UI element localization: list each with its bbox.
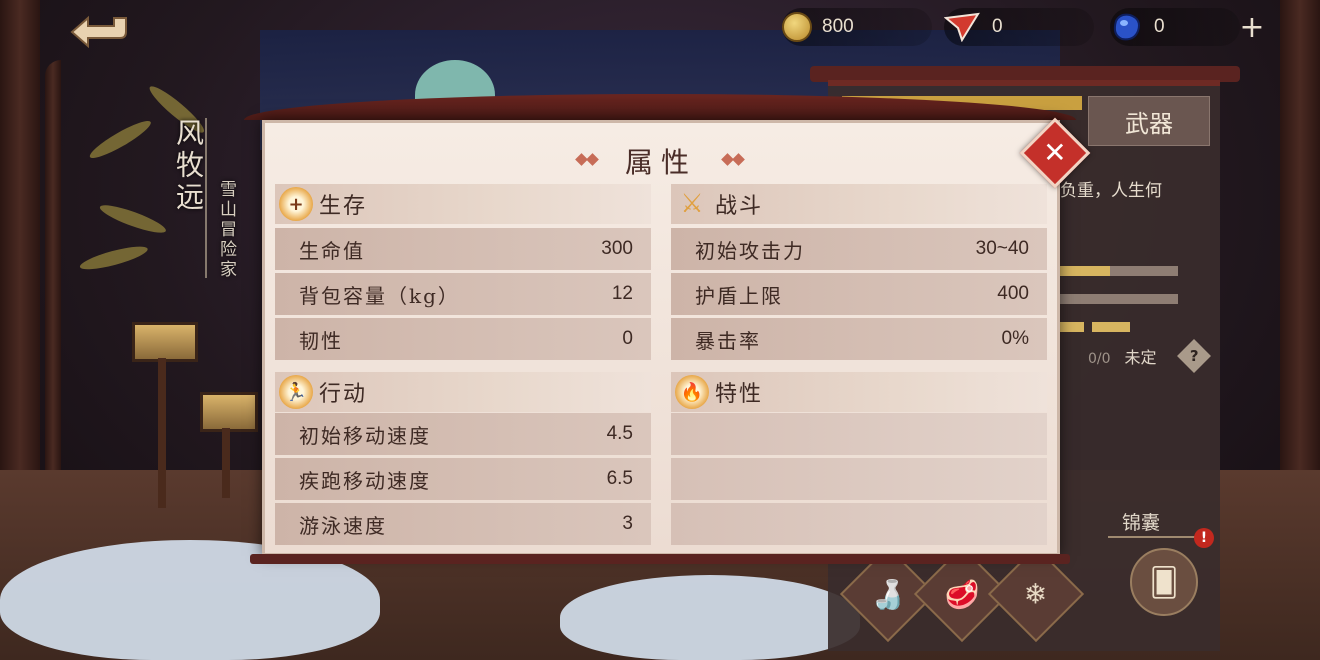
bamboo-leaf [78,242,150,274]
paper-plane-icon [944,12,980,42]
add-currency-button[interactable]: + [1238,13,1266,43]
food-icon: 🥩 [944,577,980,611]
lantern-post [158,358,166,508]
currency-gem: 0 [1110,8,1240,46]
running-figure-icon: 🏃 [279,375,313,409]
character-title: 雪山冒险家 [216,180,236,280]
round-door-frame [45,60,61,510]
undecided-label: 未定 [1124,348,1157,367]
side-bar-track [1060,294,1178,304]
stat-value: 0% [1001,328,1029,349]
attributes-dialog: 属性 + 生存 生命值 300 背包容量（kg） 12 韧性 0 ⚔ 战斗 初始… [262,120,1060,556]
stat-row: 生命值 300 [275,228,651,270]
stone-lantern [200,392,258,432]
back-arrow-icon [70,15,127,49]
stat-value: 3 [622,513,633,534]
stat-label: 生命值 [299,238,365,263]
section-survival-header: + 生存 [275,184,651,224]
undecided-count: 0/0 [1088,351,1111,367]
stat-value: 0 [622,328,633,349]
gem-value: 0 [1154,16,1165,37]
stat-label: 疾跑移动速度 [299,468,431,493]
lantern-post [222,428,230,498]
stat-label: 背包容量（kg） [299,283,460,308]
stat-row: 游泳速度 3 [275,503,651,545]
section-survival-label: 生存 [319,194,368,219]
gold-value: 800 [822,16,854,37]
close-icon: ✕ [1043,136,1067,169]
bamboo-leaf [86,115,155,164]
title-ornament-right [723,153,745,167]
bag-divider [1108,536,1198,538]
plane-value: 0 [992,16,1003,37]
stat-label: 初始移动速度 [299,423,431,448]
side-bar-fill [1060,322,1084,332]
section-action-label: 行动 [319,382,368,407]
stone-lantern [132,322,198,362]
stat-row: 韧性 0 [275,318,651,360]
weapon-tab[interactable]: 武器 [1088,96,1210,146]
section-traits-label: 特性 [715,382,764,407]
stat-row: 初始攻击力 30~40 [671,228,1047,270]
stat-value: 400 [997,283,1029,304]
stat-label: 暴击率 [695,328,761,353]
stat-label: 韧性 [299,328,343,353]
stat-value: 6.5 [606,468,633,489]
flame-icon: 🔥 [675,375,709,409]
side-quote: 负重，人生何 [1060,181,1162,201]
name-divider [205,118,207,278]
blue-gem-icon [1113,13,1140,41]
section-combat-header: ⚔ 战斗 [671,184,1047,224]
section-traits-header: 🔥 特性 [671,372,1047,412]
section-combat-label: 战斗 [715,194,764,219]
stat-value: 30~40 [975,238,1029,259]
stat-row: 疾跑移动速度 6.5 [275,458,651,500]
section-action-header: 🏃 行动 [275,372,651,412]
gold-coin-icon [782,12,812,42]
stat-value: 4.5 [606,423,633,444]
crossed-swords-icon: ⚔ [680,189,704,219]
snowflake-icon: ❄ [1024,577,1048,611]
bamboo-leaf [97,200,169,238]
card-button[interactable]: 🂠 [1130,548,1198,616]
stat-row: 暴击率 0% [671,318,1047,360]
card-icon: 🂠 [1149,565,1179,599]
stat-row: 初始移动速度 4.5 [275,413,651,455]
back-button[interactable] [68,12,132,49]
trait-row-empty [671,458,1047,500]
bag-label: 锦囊 [1122,512,1161,534]
trait-row-empty [671,503,1047,545]
bottle-icon: 🍶 [870,577,906,611]
survival-plus-icon: + [279,187,313,221]
dialog-bottom-beam [250,554,1070,564]
stat-value: 300 [601,238,633,259]
currency-plane: 0 [944,8,1094,46]
stat-row: 背包容量（kg） 12 [275,273,651,315]
snow-patch [560,575,860,660]
stat-row: 护盾上限 400 [671,273,1047,315]
trait-row-empty [671,413,1047,455]
stat-label: 初始攻击力 [695,238,805,263]
dialog-title: 属性 [624,146,697,179]
stat-label: 护盾上限 [695,283,783,308]
stat-value: 12 [611,283,633,304]
currency-gold: 800 [782,8,932,46]
side-bar-fill [1060,266,1110,276]
alert-badge: ! [1194,528,1214,548]
character-name: 风牧远 [172,118,205,214]
stat-label: 游泳速度 [299,513,387,538]
undecided-status: 0/0 未定 [1088,344,1157,368]
side-bar-fill [1092,322,1130,332]
